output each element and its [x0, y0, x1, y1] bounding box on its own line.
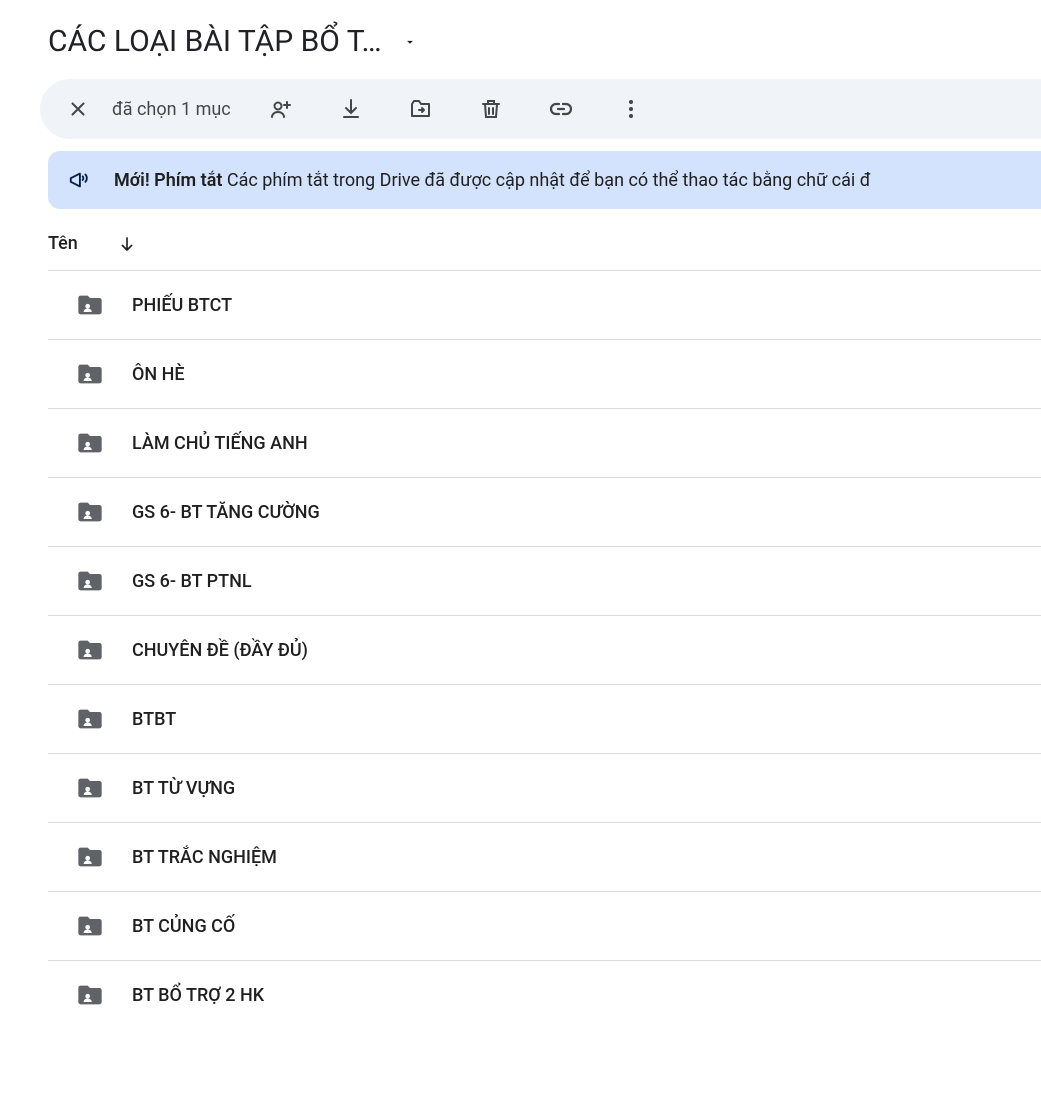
file-list: PHIẾU BTCT ÔN HÈ LÀM CHỦ TIẾNG ANH GS 6- BT… [48, 270, 1041, 1029]
folder-row[interactable]: BT CỦNG CỐ [48, 891, 1041, 960]
folder-row[interactable]: PHIẾU BTCT [48, 270, 1041, 339]
download-button[interactable] [329, 87, 373, 131]
folder-name: CHUYÊN ĐỀ (ĐẦY ĐỦ) [132, 640, 308, 661]
shared-folder-icon [76, 981, 104, 1009]
folder-name: BTBT [132, 709, 176, 730]
folder-name: BT BỔ TRỢ 2 HK [132, 985, 264, 1006]
folder-row[interactable]: CHUYÊN ĐỀ (ĐẦY ĐỦ) [48, 615, 1041, 684]
folder-row[interactable]: BT BỔ TRỢ 2 HK [48, 960, 1041, 1029]
megaphone-icon [68, 169, 90, 191]
delete-button[interactable] [469, 87, 513, 131]
selection-count: đã chọn 1 mục [108, 99, 243, 120]
folder-name: GS 6- BT PTNL [132, 571, 252, 592]
link-button[interactable] [539, 87, 583, 131]
folder-header: CÁC LOẠI BÀI TẬP BỔ T… [0, 0, 1041, 79]
close-selection-button[interactable] [56, 87, 100, 131]
sort-arrow-icon[interactable] [118, 235, 136, 253]
move-button[interactable] [399, 87, 443, 131]
folder-name: LÀM CHỦ TIẾNG ANH [132, 433, 308, 454]
folder-row[interactable]: GS 6- BT TĂNG CƯỜNG [48, 477, 1041, 546]
folder-name: PHIẾU BTCT [132, 295, 232, 316]
folder-row[interactable]: ÔN HÈ [48, 339, 1041, 408]
selection-toolbar: đã chọn 1 mục [40, 79, 1041, 139]
column-header-row: Tên [0, 209, 1041, 270]
folder-row[interactable]: BT TRẮC NGHIỆM [48, 822, 1041, 891]
shared-folder-icon [76, 291, 104, 319]
share-button[interactable] [259, 87, 303, 131]
shared-folder-icon [76, 774, 104, 802]
shared-folder-icon [76, 705, 104, 733]
shared-folder-icon [76, 360, 104, 388]
shared-folder-icon [76, 636, 104, 664]
folder-name: ÔN HÈ [132, 364, 185, 385]
info-banner: Mới! Phím tắt Các phím tắt trong Drive đ… [48, 151, 1041, 209]
shared-folder-icon [76, 567, 104, 595]
folder-name: GS 6- BT TĂNG CƯỜNG [132, 502, 320, 523]
shared-folder-icon [76, 429, 104, 457]
more-actions-button[interactable] [609, 87, 653, 131]
folder-row[interactable]: GS 6- BT PTNL [48, 546, 1041, 615]
folder-row[interactable]: BT TỪ VỰNG [48, 753, 1041, 822]
folder-name: BT TRẮC NGHIỆM [132, 847, 277, 868]
banner-text: Mới! Phím tắt Các phím tắt trong Drive đ… [114, 170, 871, 191]
shared-folder-icon [76, 843, 104, 871]
folder-row[interactable]: BTBT [48, 684, 1041, 753]
shared-folder-icon [76, 912, 104, 940]
folder-row[interactable]: LÀM CHỦ TIẾNG ANH [48, 408, 1041, 477]
folder-title[interactable]: CÁC LOẠI BÀI TẬP BỔ T… [48, 24, 382, 59]
folder-name: BT CỦNG CỐ [132, 916, 235, 937]
shared-folder-icon [76, 498, 104, 526]
column-name[interactable]: Tên [48, 233, 78, 254]
folder-name: BT TỪ VỰNG [132, 778, 235, 799]
dropdown-caret-icon[interactable] [398, 30, 422, 54]
